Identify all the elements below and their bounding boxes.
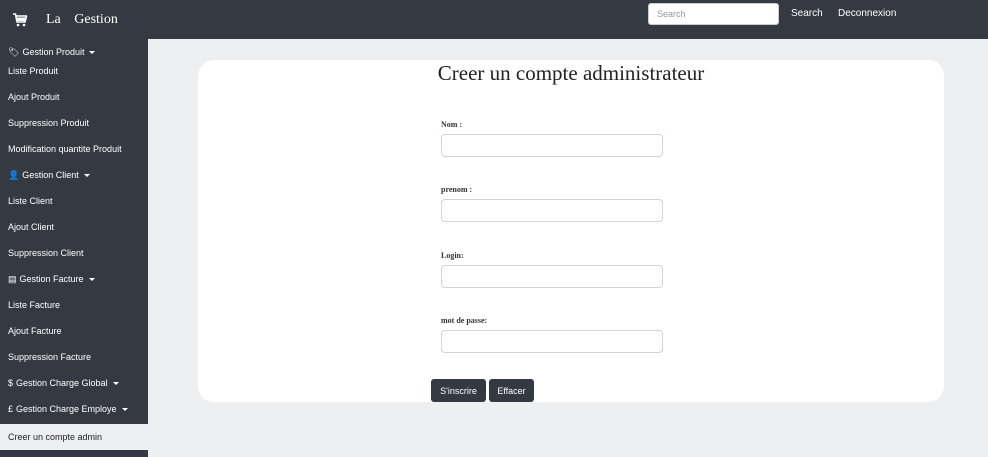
sidebar-item-label: Modification quantite Produit (8, 144, 122, 154)
tag-icon: 🏷 (8, 46, 20, 57)
sidebar-item-label: Gestion Facture (19, 274, 84, 284)
login-label: Login: (441, 251, 464, 260)
reset-button[interactable]: Effacer (489, 379, 534, 402)
page-title: Creer un compte administrateur (437, 61, 705, 85)
sidebar-item-label: Ajout Produit (8, 92, 60, 102)
caret-down-icon (88, 277, 95, 281)
sidebar-item-liste-client[interactable]: Liste Client (0, 188, 148, 214)
brand-name: La Gestion (46, 12, 118, 27)
nom-label: Nom : (441, 120, 463, 129)
user-icon: 👤 (8, 169, 20, 180)
sidebar-item-label: Liste Produit (8, 66, 59, 76)
prenom-field[interactable] (441, 199, 663, 222)
sidebar-item-suppression-facture[interactable]: Suppression Facture (0, 344, 148, 370)
sidebar-item-suppression-produit[interactable]: Suppression Produit (0, 110, 148, 136)
sidebar-item-suppression-client[interactable]: Suppression Client (0, 240, 148, 266)
sidebar-item-liste-produit[interactable]: Liste Produit (0, 58, 148, 84)
dollar-icon: $ (8, 378, 14, 388)
top-navbar: La Gestion Search Deconnexion (0, 0, 988, 39)
sidebar-item-gestion-facture[interactable]: ▤ Gestion Facture (0, 266, 148, 292)
brand[interactable]: La Gestion (12, 9, 118, 31)
sidebar-item-ajout-facture[interactable]: Ajout Facture (0, 318, 148, 344)
sidebar-item-label: Liste Facture (8, 300, 61, 310)
sidebar-item-label: Creer un compte admin (8, 432, 103, 442)
pound-icon: £ (8, 404, 14, 414)
sidebar-item-gestion-charge-employe[interactable]: £ Gestion Charge Employe (0, 396, 148, 422)
password-label: mot de passe: (441, 316, 488, 325)
sidebar-item-ajout-client[interactable]: Ajout Client (0, 214, 148, 240)
sidebar-item-gestion-charge-global[interactable]: $ Gestion Charge Global (0, 370, 148, 396)
sidebar-item-label: Gestion Charge Employe (16, 404, 117, 414)
password-field[interactable] (441, 330, 663, 353)
sidebar-item-label: Gestion Produit (22, 47, 85, 57)
sidebar-item-modification-quantite-produit[interactable]: Modification quantite Produit (0, 136, 148, 162)
sidebar-item-creer-compte-admin[interactable]: Creer un compte admin (0, 424, 148, 450)
logout-link[interactable]: Deconnexion (838, 8, 896, 19)
nom-field[interactable] (441, 134, 663, 157)
sidebar-item-label: Suppression Produit (8, 118, 90, 128)
search-link[interactable]: Search (791, 8, 823, 19)
caret-down-icon (83, 173, 90, 177)
submit-button[interactable]: S'inscrire (431, 379, 486, 402)
sidebar: 🏷 Gestion Produit Liste Produit Ajout Pr… (0, 39, 148, 457)
caret-down-icon (112, 381, 119, 385)
login-field[interactable] (441, 265, 663, 288)
sidebar-item-label: Suppression Client (8, 248, 84, 258)
prenom-label: prenom : (441, 185, 473, 194)
sidebar-item-gestion-client[interactable]: 👤 Gestion Client (0, 162, 148, 188)
sidebar-item-label: Gestion Client (22, 170, 79, 180)
shopping-cart-icon (13, 13, 28, 27)
sidebar-item-label: Ajout Facture (8, 326, 62, 336)
sidebar-item-label: Ajout Client (8, 222, 55, 232)
search-input[interactable] (648, 3, 779, 25)
sidebar-item-ajout-produit[interactable]: Ajout Produit (0, 84, 148, 110)
sidebar-item-liste-facture[interactable]: Liste Facture (0, 292, 148, 318)
sidebar-item-label: Suppression Facture (8, 352, 92, 362)
sidebar-item-label: Liste Client (8, 196, 53, 206)
list-icon: ▤ (8, 273, 17, 284)
caret-down-icon (121, 407, 128, 411)
sidebar-item-label: Gestion Charge Global (16, 378, 108, 388)
caret-down-icon (89, 50, 96, 54)
